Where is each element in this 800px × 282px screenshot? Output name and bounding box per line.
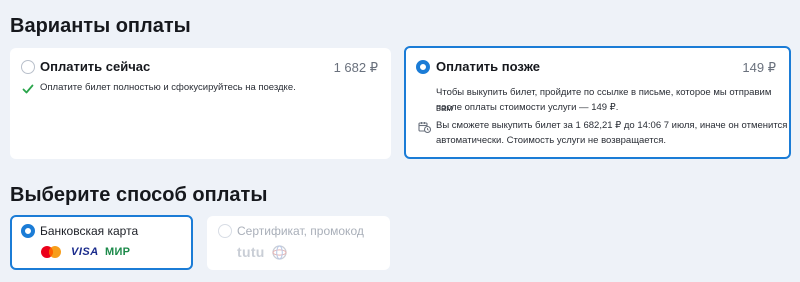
- certificate-label: Сертификат, промокод: [237, 224, 364, 238]
- method-bank-card[interactable]: Банковская карта VISA МИР: [10, 215, 193, 270]
- pay-later-title: Оплатить позже: [436, 59, 540, 74]
- pay-later-price: 149 ₽: [742, 60, 776, 75]
- tutu-globe-icon: [272, 245, 287, 265]
- pay-now-note: Оплатите билет полностью и сфокусируйтес…: [40, 82, 296, 93]
- pay-now-price: 1 682 ₽: [333, 60, 378, 75]
- pay-now-title: Оплатить сейчас: [40, 59, 151, 74]
- bank-card-radio[interactable]: [21, 224, 35, 238]
- tutu-logo: tutu: [237, 244, 265, 260]
- pay-now-radio[interactable]: [21, 60, 35, 74]
- mir-logo: МИР: [105, 246, 131, 258]
- bank-card-label: Банковская карта: [40, 224, 139, 238]
- option-pay-now[interactable]: Оплатить сейчас 1 682 ₽ Оплатите билет п…: [10, 48, 391, 159]
- pay-later-info-line2: автоматически. Стоимость услуги не возвр…: [436, 135, 667, 146]
- payment-method-heading: Выберите способ оплаты: [10, 184, 268, 206]
- check-icon: [22, 82, 34, 100]
- method-certificate[interactable]: Сертификат, промокод tutu: [207, 216, 390, 270]
- calendar-clock-icon: [418, 120, 432, 138]
- visa-logo: VISA: [71, 246, 99, 258]
- pay-later-desc-line2: после оплаты стоимости услуги — 149 ₽.: [436, 102, 619, 113]
- payment-options-heading: Варианты оплаты: [10, 15, 191, 37]
- pay-later-radio[interactable]: [416, 60, 430, 74]
- certificate-radio[interactable]: [218, 224, 232, 238]
- option-pay-later[interactable]: Оплатить позже 149 ₽ Чтобы выкупить биле…: [404, 46, 791, 159]
- mastercard-icon: [40, 245, 62, 264]
- pay-later-info-line1: Вы сможете выкупить билет за 1 682,21 ₽ …: [436, 120, 788, 131]
